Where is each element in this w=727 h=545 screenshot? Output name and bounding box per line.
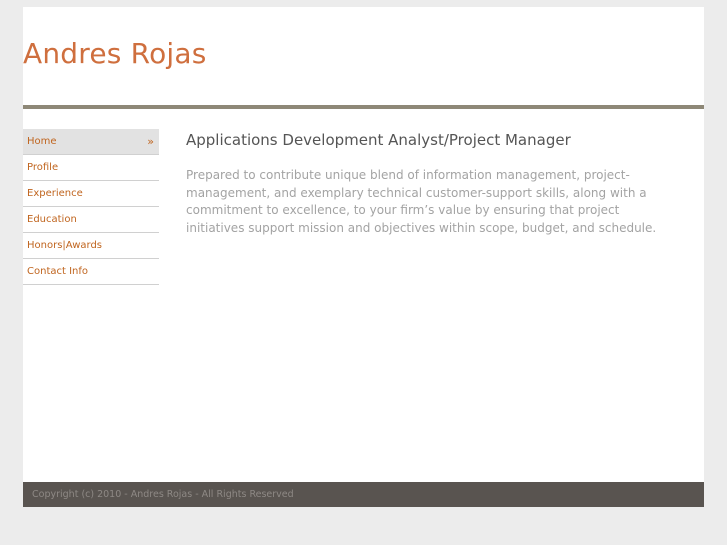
- nav-item-contact-info[interactable]: Contact Info: [23, 259, 159, 285]
- page-container: Andres Rojas Home » Profile Experience E…: [23, 7, 704, 507]
- nav-item-profile[interactable]: Profile: [23, 155, 159, 181]
- main-content: Applications Development Analyst/Project…: [186, 131, 676, 237]
- nav-item-honors-awards[interactable]: Honors|Awards: [23, 233, 159, 259]
- page-heading: Applications Development Analyst/Project…: [186, 131, 571, 149]
- footer: Copyright (c) 2010 - Andres Rojas - All …: [23, 482, 704, 507]
- nav-item-label: Experience: [27, 188, 83, 199]
- nav-item-label: Education: [27, 214, 77, 225]
- site-title[interactable]: Andres Rojas: [23, 37, 207, 70]
- nav-item-label: Home: [27, 136, 57, 147]
- nav-item-label: Contact Info: [27, 266, 89, 277]
- nav-item-home[interactable]: Home »: [23, 129, 159, 155]
- nav-item-label: Honors|Awards: [27, 240, 103, 251]
- intro-paragraph: Prepared to contribute unique blend of i…: [186, 168, 657, 235]
- sidebar-nav: Home » Profile Experience Education Hono…: [23, 129, 159, 285]
- copyright-text: Copyright (c) 2010 - Andres Rojas - All …: [32, 489, 294, 500]
- nav-item-education[interactable]: Education: [23, 207, 159, 233]
- header-divider: [23, 105, 704, 109]
- nav-item-label: Profile: [27, 162, 59, 173]
- double-chevron-right-icon: »: [147, 135, 154, 148]
- nav-item-experience[interactable]: Experience: [23, 181, 159, 207]
